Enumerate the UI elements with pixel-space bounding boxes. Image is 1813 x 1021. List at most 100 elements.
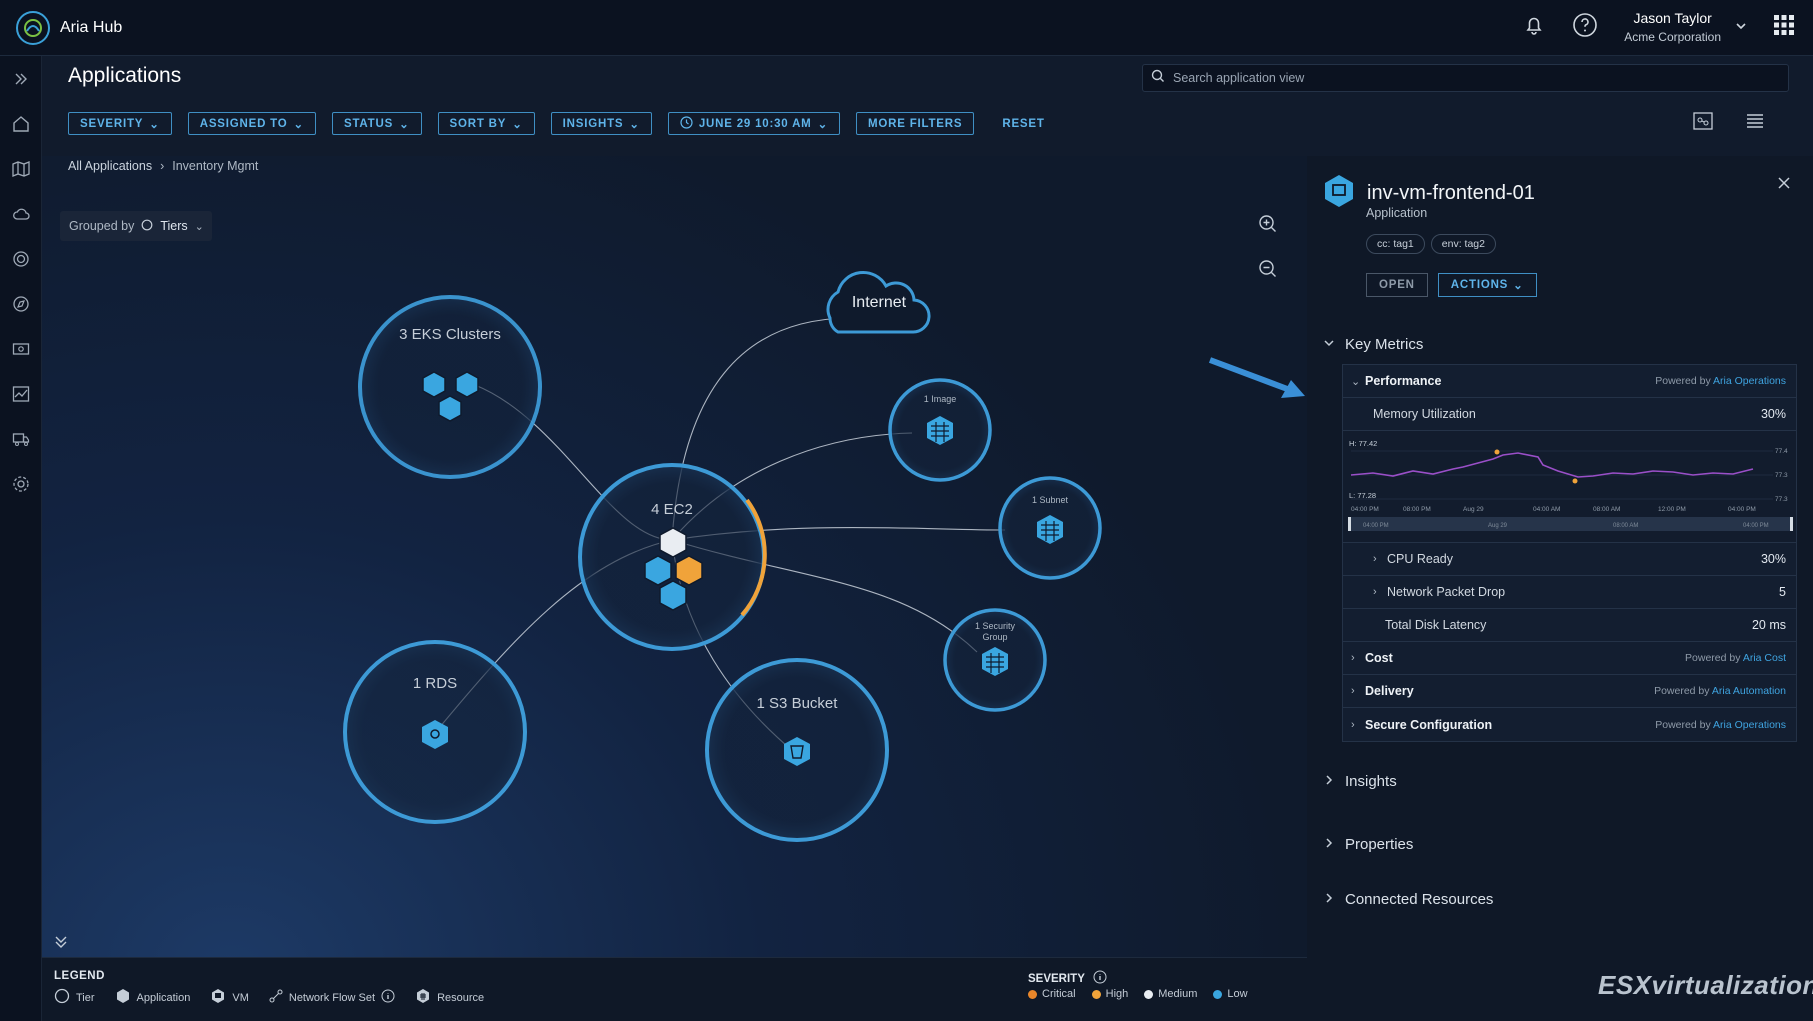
assigned-to-filter-button[interactable]: ASSIGNED TO ⌄ [187, 112, 316, 135]
list-view-icon[interactable] [1745, 112, 1765, 135]
brand[interactable]: Aria Hub [16, 10, 123, 45]
bell-icon[interactable] [1522, 13, 1546, 42]
map-icon[interactable] [0, 146, 42, 191]
severity-title: SEVERITY [1028, 972, 1085, 985]
reset-label: RESET [1002, 117, 1045, 130]
top-bar: Aria Hub Jason Taylor Acme Corporation [0, 0, 1813, 56]
range-handle-right[interactable] [1790, 517, 1793, 531]
chevron-right-icon: › [1373, 586, 1377, 598]
collapse-legend-icon[interactable] [54, 935, 68, 954]
status-filter-button[interactable]: STATUS ⌄ [331, 112, 422, 135]
tier-eks-clusters[interactable]: 3 EKS Clusters [358, 295, 542, 479]
tier-subnet[interactable]: 1 Subnet [998, 476, 1102, 580]
chevron-down-icon: ⌄ [1351, 375, 1361, 388]
topology-graph[interactable]: 3 EKS Clusters 4 EC2 Internet 1 Image 1 … [42, 160, 1307, 950]
aria-cost-link[interactable]: Aria Cost [1743, 652, 1786, 664]
internet-label: Internet [852, 294, 907, 311]
resource-icon [415, 988, 431, 1007]
cpu-ready-row[interactable]: › CPU Ready 30% [1343, 543, 1796, 576]
date-time-picker-button[interactable]: JUNE 29 10:30 AM ⌄ [667, 112, 840, 135]
connected-resources-label: Connected Resources [1345, 891, 1494, 908]
home-icon[interactable] [0, 101, 42, 146]
delivery-icon[interactable] [0, 416, 42, 461]
help-icon[interactable] [1572, 12, 1598, 43]
search-icon [1151, 69, 1165, 88]
aria-operations-link[interactable]: Aria Operations [1713, 719, 1786, 731]
properties-header[interactable]: Properties [1323, 836, 1413, 853]
insights-header[interactable]: Insights [1323, 773, 1397, 790]
search-box[interactable] [1142, 64, 1789, 92]
performance-row[interactable]: ⌄ Performance Powered by Aria Operations [1343, 365, 1796, 398]
tier-s3-bucket[interactable]: 1 S3 Bucket [705, 658, 889, 842]
search-input[interactable] [1173, 71, 1773, 85]
more-filters-button[interactable]: MORE FILTERS [856, 112, 975, 135]
range-handle-left[interactable] [1348, 517, 1351, 531]
memory-sparkline[interactable]: H: 77.42 L: 77.28 77.4 77.3 77.3 04:00 P… [1343, 431, 1796, 543]
user-org: Acme Corporation [1624, 29, 1721, 44]
chevron-down-icon [1323, 336, 1335, 353]
assigned-to-filter-label: ASSIGNED TO [199, 117, 288, 130]
memory-label: Memory Utilization [1373, 407, 1476, 421]
analytics-icon[interactable] [0, 371, 42, 416]
tag-chip[interactable]: cc: tag1 [1366, 234, 1425, 254]
insights-label: Insights [1345, 773, 1397, 790]
info-icon[interactable] [1093, 970, 1107, 987]
cloud-icon[interactable] [0, 191, 42, 236]
compass-icon[interactable] [0, 281, 42, 326]
severity-critical: Critical [1028, 988, 1076, 1000]
tier-image[interactable]: 1 Image [888, 378, 992, 482]
x-tick: 04:00 PM [1351, 506, 1379, 513]
close-icon[interactable] [1777, 176, 1791, 195]
delivery-title: Delivery [1365, 684, 1414, 698]
expand-nav-icon[interactable] [0, 56, 42, 101]
x-tick: Aug 29 [1463, 506, 1484, 513]
tier-ec2[interactable]: 4 EC2 [578, 463, 767, 651]
target-icon[interactable] [0, 236, 42, 281]
apps-grid-icon[interactable] [1773, 14, 1795, 41]
tag-chip[interactable]: env: tag2 [1430, 234, 1496, 254]
actions-button[interactable]: ACTIONS ⌄ [1437, 273, 1537, 297]
money-icon[interactable] [0, 326, 42, 371]
app-name: Aria Hub [60, 18, 123, 36]
key-metrics-header[interactable]: Key Metrics [1323, 336, 1423, 353]
connected-resources-header[interactable]: Connected Resources [1323, 891, 1493, 908]
aria-automation-link[interactable]: Aria Automation [1712, 685, 1786, 697]
severity-title-row: SEVERITY [1028, 970, 1107, 987]
aria-operations-link[interactable]: Aria Operations [1713, 375, 1786, 387]
severity-critical-dot [1028, 989, 1037, 999]
chevron-right-icon [1323, 773, 1335, 790]
insights-filter-button[interactable]: INSIGHTS ⌄ [550, 112, 652, 135]
severity-medium-label: Medium [1158, 988, 1198, 1000]
powered-by-label: Powered by [1685, 652, 1741, 664]
page-title: Applications [68, 64, 182, 87]
tier-rds[interactable]: 1 RDS [343, 640, 527, 824]
tier-circle-icon [54, 988, 70, 1007]
open-button[interactable]: OPEN [1366, 273, 1428, 297]
legend-item-application: Application [115, 988, 190, 1007]
topology-view-icon[interactable] [1693, 112, 1713, 135]
chevron-down-icon: ⌄ [149, 118, 160, 131]
sort-by-button[interactable]: SORT BY ⌄ [437, 112, 535, 135]
cost-title: Cost [1365, 651, 1393, 665]
range-slider[interactable] [1348, 517, 1793, 531]
cpu-ready-value: 30% [1760, 552, 1786, 566]
application-icon [115, 988, 131, 1007]
settings-gear-icon[interactable] [0, 461, 42, 506]
memory-utilization-row[interactable]: Memory Utilization 30% [1343, 398, 1796, 431]
user-menu[interactable]: Jason Taylor Acme Corporation [1624, 9, 1747, 47]
secure-configuration-row[interactable]: › Secure Configuration Powered by Aria O… [1343, 708, 1796, 741]
chevron-right-icon [1323, 891, 1335, 908]
cost-row[interactable]: › Cost Powered by Aria Cost [1343, 642, 1796, 675]
info-icon[interactable] [381, 989, 395, 1006]
severity-low-label: Low [1227, 988, 1248, 1000]
severity-filter-button[interactable]: SEVERITY ⌄ [68, 112, 172, 135]
reset-button[interactable]: RESET [990, 112, 1056, 135]
delivery-row[interactable]: › Delivery Powered by Aria Automation [1343, 675, 1796, 708]
sort-by-label: SORT BY [449, 117, 507, 130]
tier-security-group[interactable]: 1 Security Group [943, 608, 1047, 712]
vm-icon [210, 988, 226, 1007]
panel-title: inv-vm-frontend-01 [1367, 182, 1535, 204]
disk-latency-row[interactable]: Total Disk Latency 20 ms [1343, 609, 1796, 642]
network-packet-drop-row[interactable]: › Network Packet Drop 5 [1343, 576, 1796, 609]
internet-node[interactable]: Internet [826, 270, 931, 334]
